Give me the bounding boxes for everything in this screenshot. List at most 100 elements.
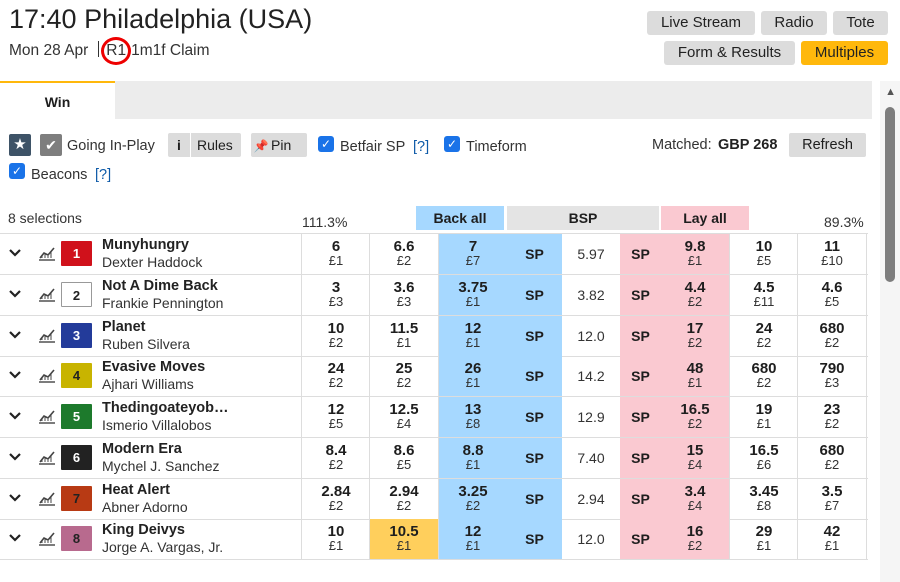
back-price-cell[interactable]: 3.25 £2: [439, 479, 507, 519]
lay-price-cell[interactable]: 17 £2: [661, 316, 729, 356]
back-price-cell[interactable]: 10 £2: [302, 316, 370, 356]
back-price-cell[interactable]: 8.8 £1: [439, 438, 507, 478]
lay-sp-button[interactable]: SP: [620, 397, 661, 437]
rules-button[interactable]: i Rules: [168, 133, 241, 157]
form-chart-icon[interactable]: [38, 245, 56, 261]
form-chart-icon[interactable]: [38, 286, 56, 302]
runner-name[interactable]: Munyhungry: [102, 237, 189, 253]
back-sp-button[interactable]: SP: [507, 234, 562, 274]
lay-sp-button[interactable]: SP: [620, 275, 661, 315]
chevron-down-icon[interactable]: [8, 367, 22, 381]
back-sp-button[interactable]: SP: [507, 397, 562, 437]
lay-price-cell[interactable]: 24 £2: [730, 316, 798, 356]
lay-price-cell[interactable]: 9.8 £1: [661, 234, 729, 274]
runner-name[interactable]: Modern Era: [102, 441, 182, 457]
multiples-button[interactable]: Multiples: [801, 41, 888, 65]
lay-sp-button[interactable]: SP: [620, 316, 661, 356]
beacons-help-link[interactable]: [?]: [95, 167, 111, 183]
back-price-cell[interactable]: 8.6 £5: [370, 438, 438, 478]
lay-price-cell[interactable]: 42 £1: [798, 519, 866, 559]
back-price-cell[interactable]: 12.5 £4: [370, 397, 438, 437]
beacons-checkbox[interactable]: ✓: [9, 163, 25, 179]
chevron-down-icon[interactable]: [8, 408, 22, 422]
tab-win[interactable]: Win: [0, 81, 115, 122]
runner-name[interactable]: Thedingoateyob…: [102, 400, 228, 416]
form-chart-icon[interactable]: [38, 530, 56, 546]
back-price-cell[interactable]: 8.4 £2: [302, 438, 370, 478]
lay-price-cell[interactable]: 48 £1: [661, 356, 729, 396]
back-price-cell[interactable]: 3.6 £3: [370, 275, 438, 315]
lay-sp-button[interactable]: SP: [620, 479, 661, 519]
back-sp-button[interactable]: SP: [507, 356, 562, 396]
lay-price-cell[interactable]: 680 £2: [730, 356, 798, 396]
back-price-cell[interactable]: 2.94 £2: [370, 479, 438, 519]
back-price-cell[interactable]: 11.5 £1: [370, 316, 438, 356]
lay-price-cell[interactable]: 680 £2: [798, 316, 866, 356]
lay-price-cell[interactable]: 4.6 £5: [798, 275, 866, 315]
lay-price-cell[interactable]: 10 £5: [730, 234, 798, 274]
back-price-cell[interactable]: 12 £5: [302, 397, 370, 437]
chevron-down-icon[interactable]: [8, 245, 22, 259]
back-price-cell[interactable]: 3.75 £1: [439, 275, 507, 315]
back-sp-button[interactable]: SP: [507, 479, 562, 519]
betfair-sp-checkbox[interactable]: ✓: [318, 136, 334, 152]
runner-name[interactable]: Evasive Moves: [102, 359, 205, 375]
back-all-button[interactable]: Back all: [416, 206, 504, 230]
chevron-down-icon[interactable]: [8, 286, 22, 300]
scrollbar-thumb[interactable]: [885, 107, 895, 282]
runner-name[interactable]: Heat Alert: [102, 482, 170, 498]
lay-price-cell[interactable]: 19 £1: [730, 397, 798, 437]
back-price-cell[interactable]: 12 £1: [439, 316, 507, 356]
lay-sp-button[interactable]: SP: [620, 356, 661, 396]
lay-price-cell[interactable]: 15 £4: [661, 438, 729, 478]
chevron-down-icon[interactable]: [8, 327, 22, 341]
lay-price-cell[interactable]: 11 £10: [798, 234, 866, 274]
back-price-cell[interactable]: 3 £3: [302, 275, 370, 315]
back-sp-button[interactable]: SP: [507, 275, 562, 315]
lay-price-cell[interactable]: 4.4 £2: [661, 275, 729, 315]
lay-sp-button[interactable]: SP: [620, 519, 661, 559]
form-chart-icon[interactable]: [38, 327, 56, 343]
back-sp-button[interactable]: SP: [507, 316, 562, 356]
scroll-up-arrow-icon[interactable]: ▲: [885, 86, 896, 98]
form-chart-icon[interactable]: [38, 449, 56, 465]
form-results-button[interactable]: Form & Results: [664, 41, 795, 65]
chevron-down-icon[interactable]: [8, 449, 22, 463]
favourite-star-icon[interactable]: ★: [9, 134, 31, 156]
back-price-cell[interactable]: 2.84 £2: [302, 479, 370, 519]
lay-price-cell[interactable]: 4.5 £11: [730, 275, 798, 315]
chevron-down-icon[interactable]: [8, 490, 22, 504]
lay-price-cell[interactable]: 680 £2: [798, 438, 866, 478]
lay-sp-button[interactable]: SP: [620, 438, 661, 478]
back-price-cell[interactable]: 6 £1: [302, 234, 370, 274]
back-price-cell[interactable]: 6.6 £2: [370, 234, 438, 274]
live-stream-button[interactable]: Live Stream: [647, 11, 755, 35]
lay-price-cell[interactable]: 16 £2: [661, 519, 729, 559]
runner-name[interactable]: King Deivys: [102, 522, 185, 538]
back-price-cell[interactable]: 10.5 £1: [370, 519, 438, 559]
back-price-cell[interactable]: 7 £7: [439, 234, 507, 274]
lay-price-cell[interactable]: 790 £3: [798, 356, 866, 396]
back-sp-button[interactable]: SP: [507, 438, 562, 478]
runner-name[interactable]: Planet: [102, 319, 146, 335]
lay-price-cell[interactable]: 16.5 £2: [661, 397, 729, 437]
timeform-checkbox[interactable]: ✓: [444, 136, 460, 152]
lay-price-cell[interactable]: 29 £1: [730, 519, 798, 559]
back-price-cell[interactable]: 13 £8: [439, 397, 507, 437]
tote-button[interactable]: Tote: [833, 11, 888, 35]
pin-button[interactable]: 📌 Pin: [251, 133, 307, 157]
lay-price-cell[interactable]: 3.4 £4: [661, 479, 729, 519]
back-price-cell[interactable]: 10 £1: [302, 519, 370, 559]
form-chart-icon[interactable]: [38, 408, 56, 424]
back-price-cell[interactable]: 25 £2: [370, 356, 438, 396]
lay-all-button[interactable]: Lay all: [661, 206, 749, 230]
back-price-cell[interactable]: 26 £1: [439, 356, 507, 396]
back-price-cell[interactable]: 24 £2: [302, 356, 370, 396]
lay-price-cell[interactable]: 23 £2: [798, 397, 866, 437]
lay-price-cell[interactable]: 3.45 £8: [730, 479, 798, 519]
back-price-cell[interactable]: 12 £1: [439, 519, 507, 559]
radio-button[interactable]: Radio: [761, 11, 827, 35]
refresh-button[interactable]: Refresh: [789, 133, 866, 157]
runner-name[interactable]: Not A Dime Back: [102, 278, 218, 294]
betfair-sp-help-link[interactable]: [?]: [413, 139, 429, 155]
